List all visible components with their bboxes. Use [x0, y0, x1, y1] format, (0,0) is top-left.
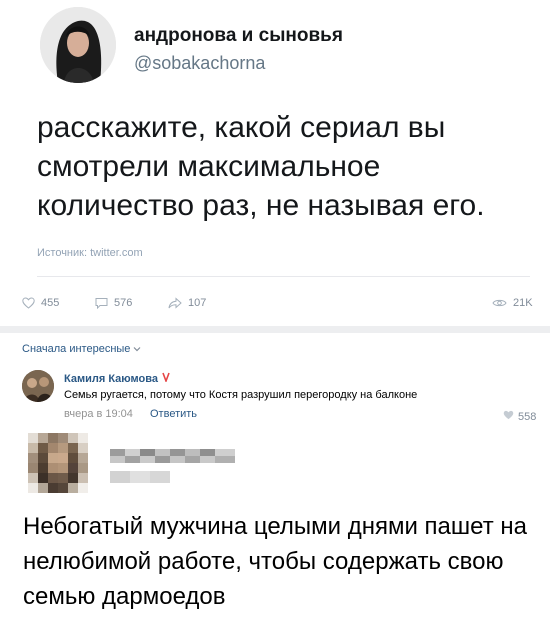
- comment-count: 576: [114, 297, 133, 309]
- comment-button[interactable]: 576: [95, 297, 132, 309]
- eye-icon: [492, 298, 507, 308]
- heart-icon: [503, 410, 514, 423]
- author-name[interactable]: андронова и сыновья: [134, 25, 343, 47]
- heart-icon: [22, 297, 35, 309]
- tweet-text: расскажите, какой сериал вы смотрели мак…: [37, 111, 485, 222]
- comment-like-button[interactable]: 558: [503, 410, 536, 423]
- repost-count: 107: [188, 297, 207, 309]
- share-arrow-icon: [168, 297, 182, 309]
- comment-sort-dropdown[interactable]: Сначала интересные: [22, 343, 141, 355]
- censored-avatar: [28, 433, 88, 493]
- reply-button[interactable]: Ответить: [150, 408, 197, 420]
- author-avatar[interactable]: [40, 7, 116, 83]
- censored-name: [110, 449, 235, 463]
- author-handle[interactable]: @sobakachorna: [134, 53, 265, 74]
- censored-handle: [110, 470, 170, 483]
- comment-time[interactable]: вчера в 19:04: [64, 408, 133, 420]
- commenter-avatar[interactable]: [22, 370, 54, 402]
- repost-button[interactable]: 107: [168, 297, 206, 309]
- comment-like-count: 558: [518, 410, 537, 423]
- divider: [37, 276, 530, 277]
- sort-label: Сначала интересные: [22, 343, 131, 355]
- source-link[interactable]: Источник: twitter.com: [37, 247, 143, 259]
- section-separator: [0, 326, 550, 333]
- comment-author-link[interactable]: Камиля Каюмова: [64, 372, 170, 385]
- post-caption: Небогатый мужчина целыми днями пашет на …: [23, 513, 527, 610]
- like-button[interactable]: 455: [22, 297, 59, 309]
- comment-icon: [95, 297, 108, 309]
- comment-author: Камиля Каюмова: [64, 372, 158, 385]
- verified-heart-icon: [162, 372, 170, 385]
- like-count: 455: [41, 297, 60, 309]
- chevron-down-icon: [133, 343, 141, 355]
- comment-text: Семья ругается, потому что Костя разруши…: [64, 389, 418, 401]
- views-count: 21K: [513, 297, 533, 309]
- views-counter: 21K: [492, 297, 533, 309]
